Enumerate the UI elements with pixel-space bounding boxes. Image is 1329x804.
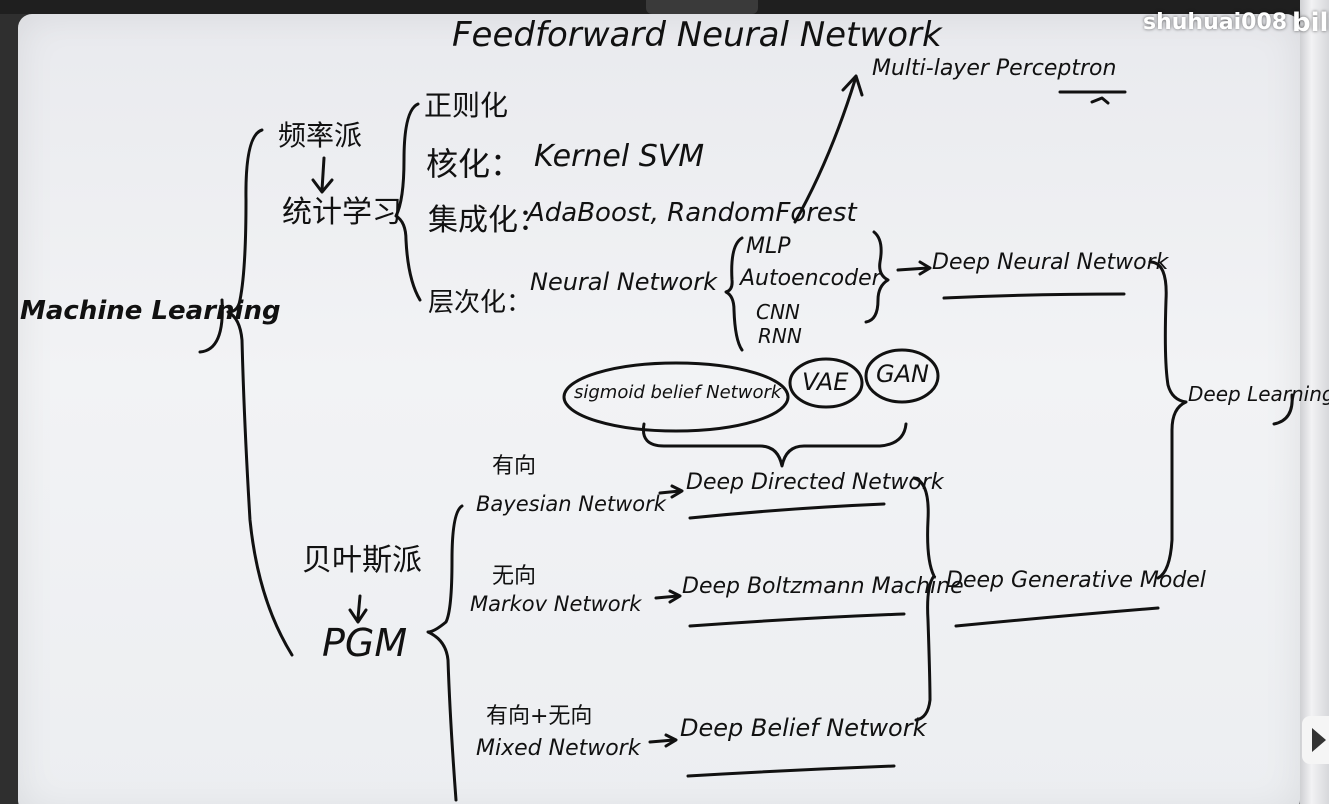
layered-cn: 层次化： (428, 288, 533, 318)
nn-rnn: RNN (758, 324, 802, 348)
mixed-cn: 有向+无向 (486, 704, 593, 729)
underline-belief (686, 764, 896, 778)
sigmoid-belief-network: sigmoid belief Network (574, 382, 782, 403)
deep-generative-model: Deep Generative Model (946, 568, 1206, 593)
stat-learning-label: 统计学习 (282, 195, 402, 230)
mixed-network: Mixed Network (476, 736, 641, 761)
underline-dgm (954, 606, 1160, 628)
perceptron-mark (1090, 96, 1110, 105)
dnn-arrow-line (896, 266, 930, 272)
deep-directed-network: Deep Directed Network (686, 470, 944, 495)
mlp-perceptron-label: Multi-layer Perceptron (872, 56, 1117, 81)
deep-learning: Deep Learning (1188, 382, 1329, 406)
root-node: Machine Learning (20, 296, 281, 326)
markov-network: Markov Network (470, 592, 642, 616)
play-icon[interactable] (1302, 716, 1329, 764)
dnn-underline (942, 292, 1126, 300)
gan-label: GAN (876, 360, 929, 388)
nn-brace-left (724, 236, 744, 352)
directed-cn: 有向 (492, 454, 537, 479)
neural-network: Neural Network (530, 268, 718, 296)
kernel-cn: 核化： (426, 145, 523, 183)
undirected-cn: 无向 (492, 564, 537, 589)
dl-connector (1148, 260, 1188, 580)
kernel-svm: Kernel SVM (534, 139, 705, 174)
whiteboard-scene: Feedforward Neural Network Multi-layer P… (0, 0, 1329, 804)
regularization-label: 正则化 (424, 89, 509, 122)
ensemble-methods: AdaBoost, RandomForest (527, 198, 857, 228)
bayesian-label: 贝叶斯派 (302, 543, 422, 578)
graphs-brace (426, 504, 464, 802)
nn-mlp: MLP (746, 234, 791, 259)
frequentist-label: 频率派 (278, 119, 363, 152)
nn-autoencoder: Autoencoder (740, 266, 881, 291)
pgm-label: PGM (322, 621, 408, 665)
diagram-title: Feedforward Neural Network (452, 15, 942, 55)
bayes-arrow-line (356, 594, 362, 620)
deep-brace (912, 476, 936, 722)
deep-neural-network: Deep Neural Network (932, 250, 1169, 275)
underline-boltzmann (688, 612, 906, 628)
underline-directed (688, 502, 886, 520)
watermark-username: shuhuai008 (1143, 10, 1288, 35)
bilibili-logo: bili (1292, 8, 1329, 38)
deep-belief-network: Deep Belief Network (680, 714, 927, 742)
vae-label: VAE (802, 368, 849, 396)
freq-arrow-line (320, 156, 326, 192)
deep-boltzmann-machine: Deep Boltzmann Machine (682, 574, 964, 599)
bayesian-network: Bayesian Network (476, 492, 666, 516)
nn-cnn: CNN (756, 300, 800, 324)
